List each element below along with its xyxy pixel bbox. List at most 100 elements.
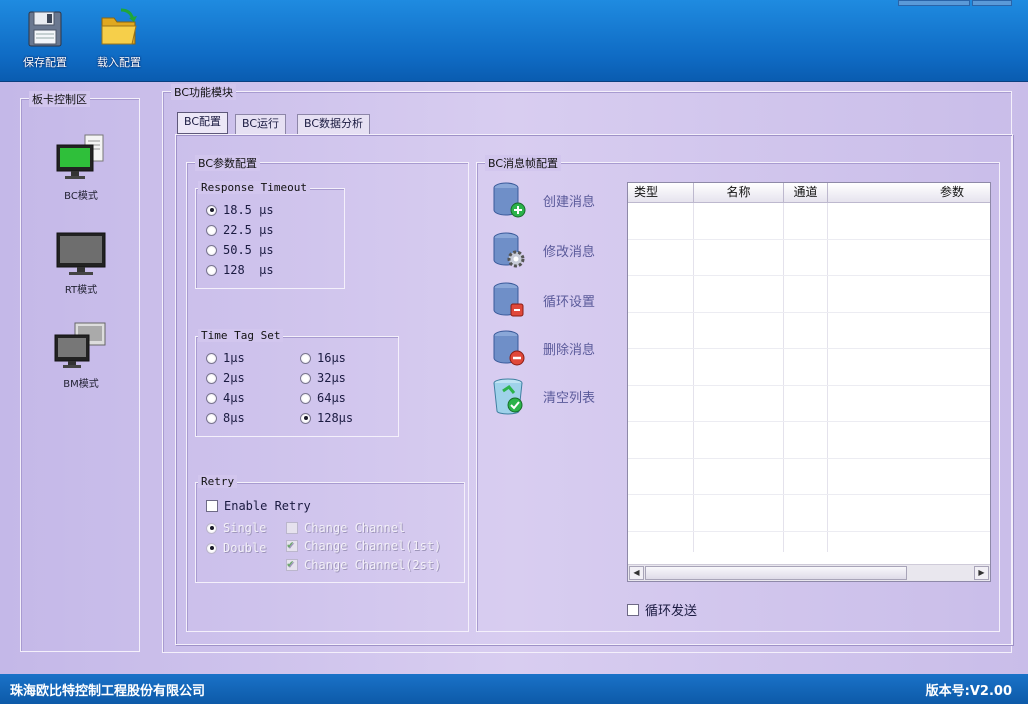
table-row[interactable] [628, 203, 990, 240]
retry-single-radio[interactable]: Single [206, 521, 266, 535]
radio-icon [206, 352, 217, 364]
checkbox-icon [206, 500, 218, 512]
column-header-params[interactable]: 参数 [828, 183, 990, 202]
radio-icon [300, 372, 311, 384]
tab-bc-data-analysis[interactable]: BC数据分析 [297, 114, 371, 134]
window-control-minimize[interactable] [898, 0, 970, 6]
db-gear-icon [493, 232, 525, 268]
table-row[interactable] [628, 422, 990, 459]
timeout-option-50-5[interactable]: 50.5 μs [206, 243, 274, 257]
change-channel-label: Change Channel [304, 521, 406, 535]
time-tag-label: 32μs [317, 371, 346, 385]
modify-message-button[interactable]: 修改消息 [491, 231, 595, 269]
loop-send-checkbox[interactable]: 循环发送 [627, 600, 697, 619]
tab-bc-run-label: BC运行 [242, 117, 280, 130]
tab-bc-config[interactable]: BC配置 [177, 112, 229, 134]
delete-message-label: 删除消息 [543, 342, 596, 358]
retry-title: Retry [198, 475, 238, 488]
bc-message-frame-title: BC消息帧配置 [485, 155, 562, 171]
tab-bc-config-label: BC配置 [184, 115, 222, 128]
time-tag-option-8us[interactable]: 8μs [206, 411, 245, 425]
table-row[interactable] [628, 239, 990, 276]
time-tag-label: 64μs [317, 391, 346, 405]
scroll-left-icon[interactable]: ◀ [629, 566, 644, 580]
create-message-button[interactable]: 创建消息 [491, 181, 595, 219]
loop-send-label: 循环发送 [645, 604, 698, 619]
table-body [628, 203, 990, 552]
db-add-icon [493, 182, 526, 218]
save-config-button[interactable]: 保存配置 [14, 6, 76, 76]
delete-message-button[interactable]: 删除消息 [491, 329, 595, 367]
time-tag-label: 4μs [223, 391, 245, 405]
change-channel-checkbox[interactable]: Change Channel [286, 521, 405, 535]
scroll-thumb[interactable] [645, 566, 907, 580]
change-channel-1st-label: Change Channel(1st) [304, 539, 442, 553]
time-tag-option-32us[interactable]: 32μs [300, 371, 346, 385]
scroll-right-icon[interactable]: ▶ [974, 566, 989, 580]
time-tag-label: 2μs [223, 371, 245, 385]
timeout-option-label: 50.5 μs [223, 243, 274, 257]
time-tag-option-2us[interactable]: 2μs [206, 371, 245, 385]
change-channel-2st-checkbox[interactable]: Change Channel(2st) [286, 557, 441, 572]
checkbox-icon [286, 538, 298, 552]
response-timeout-title: Response Timeout [198, 181, 310, 194]
enable-retry-checkbox[interactable]: Enable Retry [206, 499, 311, 513]
retry-double-label: Double [223, 541, 267, 555]
timeout-option-18-5[interactable]: 18.5 μs [206, 203, 274, 217]
loop-settings-label: 循环设置 [543, 294, 596, 310]
change-channel-1st-checkbox[interactable]: Change Channel(1st) [286, 538, 442, 553]
timeout-option-22-5[interactable]: 22.5 μs [206, 223, 274, 237]
table-row[interactable] [628, 276, 990, 313]
loop-settings-button[interactable]: 循环设置 [491, 281, 595, 319]
radio-icon [206, 392, 217, 404]
clear-list-label: 清空列表 [543, 390, 596, 406]
bc-mode-button[interactable]: BC模式 [41, 133, 121, 202]
bc-function-module: BC功能模块 BC配置 BC运行 BC数据分析 BC参数配置 Response … [162, 84, 1013, 653]
table-row[interactable] [628, 495, 990, 532]
timeout-option-label: 128 μs [223, 263, 274, 277]
response-timeout-group: Response Timeout 18.5 μs 22.5 μs 50.5 μs… [195, 181, 345, 289]
table-row[interactable] [628, 312, 990, 349]
timeout-option-128[interactable]: 128 μs [206, 263, 274, 277]
radio-icon [206, 412, 217, 424]
radio-icon [206, 372, 217, 384]
time-tag-group: Time Tag Set 1μs 2μs 4μs 8μs 16μs 32μs 6… [195, 329, 399, 437]
column-header-name[interactable]: 名称 [694, 183, 784, 202]
checkbox-icon [286, 522, 298, 534]
time-tag-option-16us[interactable]: 16μs [300, 351, 346, 365]
clear-list-button[interactable]: 清空列表 [491, 377, 595, 415]
horizontal-scrollbar[interactable]: ◀ ▶ [628, 564, 990, 581]
table-row[interactable] [628, 349, 990, 386]
bc-module-title: BC功能模块 [171, 84, 237, 100]
radio-icon [206, 224, 217, 236]
table-row[interactable] [628, 531, 990, 552]
bm-mode-button[interactable]: BM模式 [41, 321, 121, 390]
bc-params-group: BC参数配置 Response Timeout 18.5 μs 22.5 μs … [186, 155, 469, 632]
create-message-label: 创建消息 [543, 194, 596, 210]
time-tag-option-128us[interactable]: 128μs [300, 411, 353, 425]
table-row[interactable] [628, 385, 990, 422]
timeout-option-label: 22.5 μs [223, 223, 274, 237]
modify-message-label: 修改消息 [543, 244, 596, 260]
time-tag-option-64us[interactable]: 64μs [300, 391, 346, 405]
time-tag-option-4us[interactable]: 4μs [206, 391, 245, 405]
column-header-type[interactable]: 类型 [628, 183, 694, 202]
window-control-close[interactable] [972, 0, 1012, 6]
rt-mode-button[interactable]: RT模式 [41, 227, 121, 296]
time-tag-label: 128μs [317, 411, 354, 425]
table-row[interactable] [628, 458, 990, 495]
radio-icon [206, 204, 217, 216]
radio-icon [206, 244, 217, 256]
radio-icon [206, 522, 217, 534]
radio-icon [206, 542, 217, 554]
column-header-channel[interactable]: 通道 [784, 183, 828, 202]
load-config-button[interactable]: 载入配置 [88, 6, 150, 76]
time-tag-title: Time Tag Set [198, 329, 284, 342]
retry-group: Retry Enable Retry Single Double Change … [195, 475, 465, 583]
time-tag-option-1us[interactable]: 1μs [206, 351, 245, 365]
version-label: 版本号:V2.00 [925, 684, 1012, 699]
tab-bc-run[interactable]: BC运行 [235, 114, 287, 134]
time-tag-label: 1μs [223, 351, 245, 365]
message-table[interactable]: 类型 名称 通道 参数 ◀ ▶ [627, 182, 991, 582]
retry-double-radio[interactable]: Double [206, 541, 266, 555]
